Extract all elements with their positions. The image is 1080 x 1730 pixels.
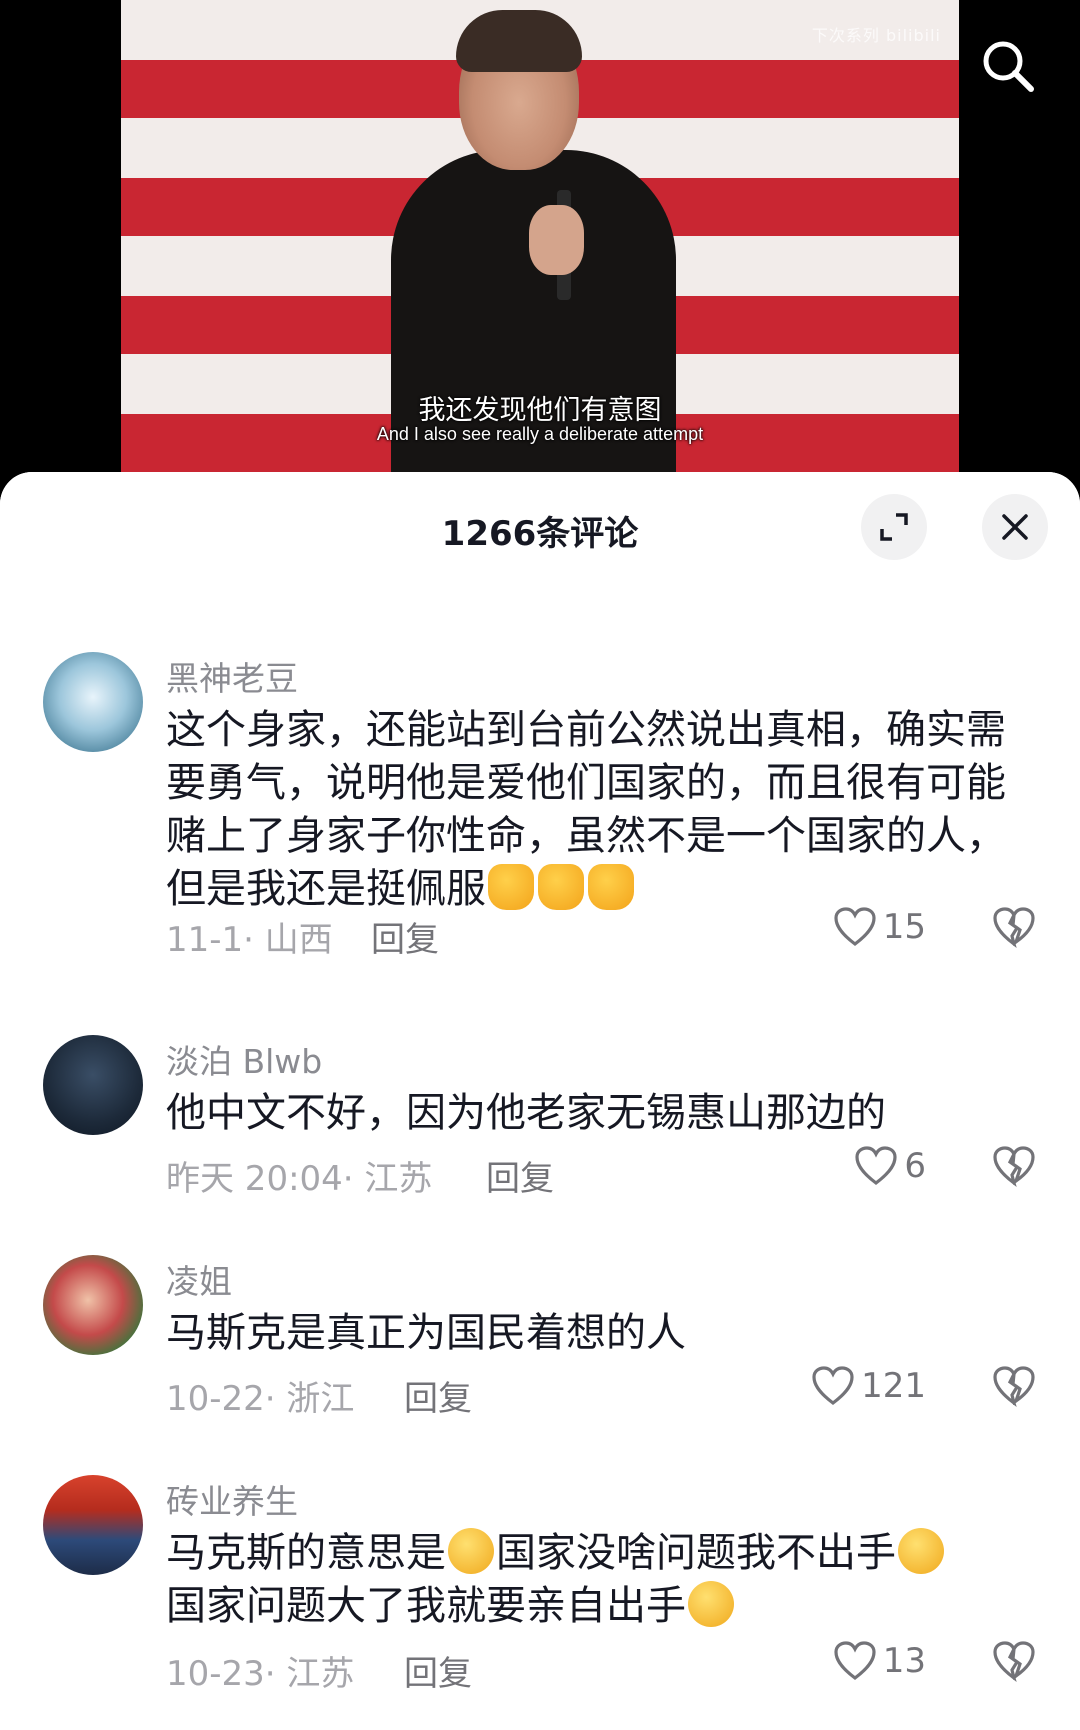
expand-button[interactable] <box>861 494 927 560</box>
comment-text-part: 国家问题大了我就要亲自出手 <box>166 1583 686 1629</box>
comment-text: 马克斯的意思是 国家没啥问题我不出手国家问题大了我就要亲自出手 <box>166 1527 1006 1633</box>
reply-button[interactable]: 回复 <box>486 1151 554 1200</box>
like-button[interactable]: 6 <box>854 1145 926 1187</box>
dislike-button[interactable] <box>992 1145 1036 1191</box>
broken-heart-icon <box>993 1641 1035 1682</box>
comment-item: 黑神老豆 这个身家，还能站到台前公然说出真相，确实需要勇气，说明他是爱他们国家的… <box>0 652 1080 972</box>
thumbs-up-emoji-icon <box>538 864 584 910</box>
video-player[interactable]: 下次系列 bilibili 我还发现他们有意图 And I also see r… <box>121 0 959 473</box>
grinning-emoji-icon <box>448 1528 494 1574</box>
like-button[interactable]: 121 <box>811 1365 926 1407</box>
comment-date-location: 10-23· 江苏 <box>166 1654 355 1694</box>
comment-text-part: 马克斯的意思是 <box>166 1530 446 1576</box>
speaker-hand <box>529 205 584 275</box>
like-button[interactable]: 15 <box>833 906 926 948</box>
comment-date-location: 昨天 20:04· 江苏 <box>166 1159 433 1199</box>
heart-icon <box>834 907 876 947</box>
comment-text: 马斯克是真正为国民着想的人 <box>166 1310 686 1356</box>
search-icon <box>983 41 1034 92</box>
comment-text-body: 这个身家，还能站到台前公然说出真相，确实需要勇气，说明他是爱他们国家的，而且很有… <box>166 707 1006 912</box>
speaker-hair <box>456 10 582 72</box>
comment-text-part: 国家没啥问题我不出手 <box>496 1530 896 1576</box>
broken-heart-icon <box>993 1366 1035 1407</box>
comment-item: 淡泊 Blwb 他中文不好，因为他老家无锡惠山那边的 昨天 20:04· 江苏 … <box>0 1035 1080 1199</box>
reply-button[interactable]: 回复 <box>404 1371 472 1420</box>
avatar[interactable] <box>43 1035 143 1135</box>
thumbs-up-emoji-icon <box>588 864 634 910</box>
expand-icon <box>880 513 908 541</box>
comment-username[interactable]: 黑神老豆 <box>166 652 298 700</box>
like-count: 15 <box>882 907 926 947</box>
search-button[interactable] <box>972 30 1042 100</box>
subtitle-english: And I also see really a deliberate attem… <box>376 424 704 444</box>
avatar[interactable] <box>43 652 143 752</box>
video-watermark: 下次系列 bilibili <box>811 26 941 45</box>
comment-date-location: 11-1· 山西 <box>166 920 333 960</box>
dislike-button[interactable] <box>992 906 1036 952</box>
avatar[interactable] <box>43 1255 143 1355</box>
comment-username[interactable]: 砖业养生 <box>166 1475 298 1523</box>
like-button[interactable]: 13 <box>833 1640 926 1682</box>
broken-heart-icon <box>993 1146 1035 1187</box>
heart-icon <box>834 1641 876 1681</box>
comment-meta: 10-23· 江苏 回复 13 <box>166 1640 1036 1694</box>
like-count: 121 <box>861 1366 926 1406</box>
avatar[interactable] <box>43 1475 143 1575</box>
comment-meta: 11-1· 山西 回复 15 <box>166 906 1036 960</box>
comment-sheet-header: 1266条评论 <box>0 472 1080 582</box>
comment-text: 他中文不好，因为他老家无锡惠山那边的 <box>166 1090 886 1136</box>
comment-text: 这个身家，还能站到台前公然说出真相，确实需要勇气，说明他是爱他们国家的，而且很有… <box>166 704 1006 916</box>
smirking-emoji-icon <box>898 1528 944 1574</box>
comment-username[interactable]: 凌姐 <box>166 1255 232 1303</box>
smirking-emoji-icon <box>688 1581 734 1627</box>
comment-meta: 10-22· 浙江 回复 121 <box>166 1365 1036 1419</box>
comment-item: 凌姐 马斯克是真正为国民着想的人 10-22· 浙江 回复 121 <box>0 1255 1080 1419</box>
thumbs-up-emoji-icon <box>488 864 534 910</box>
heart-icon <box>855 1146 897 1186</box>
close-button[interactable] <box>982 494 1048 560</box>
reply-button[interactable]: 回复 <box>371 912 439 961</box>
comment-meta: 昨天 20:04· 江苏 回复 6 <box>166 1145 1036 1199</box>
like-count: 13 <box>882 1641 926 1681</box>
like-count: 6 <box>904 1146 926 1186</box>
comment-item: 砖业养生 马克斯的意思是 国家没啥问题我不出手国家问题大了我就要亲自出手 10-2… <box>0 1475 1080 1705</box>
reply-button[interactable]: 回复 <box>404 1646 472 1695</box>
dislike-button[interactable] <box>992 1365 1036 1411</box>
subtitle-chinese: 我还发现他们有意图 <box>418 395 662 426</box>
comment-sheet: 1266条评论 黑神老豆 这个身家，还能站到台前公然说出真相，确实需要勇气，说明… <box>0 472 1080 1730</box>
close-icon <box>1002 514 1028 540</box>
comment-date-location: 10-22· 浙江 <box>166 1379 355 1419</box>
broken-heart-icon <box>993 907 1035 948</box>
comment-username[interactable]: 淡泊 Blwb <box>166 1035 322 1083</box>
heart-icon <box>812 1366 854 1406</box>
dislike-button[interactable] <box>992 1640 1036 1686</box>
